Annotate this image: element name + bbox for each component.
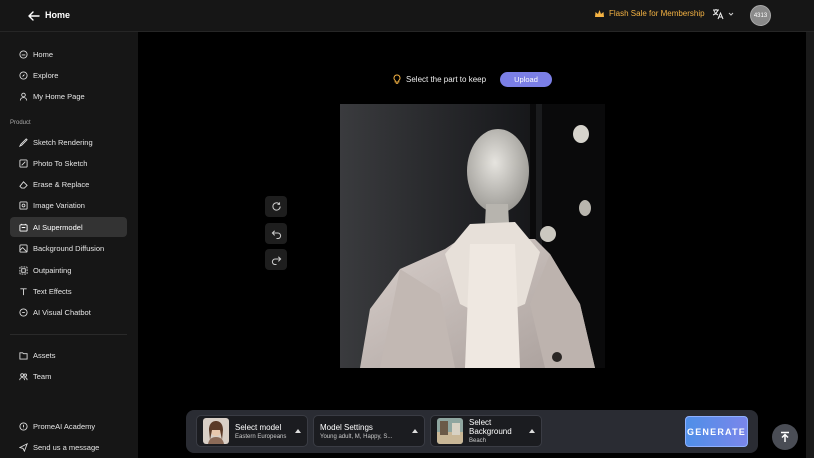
sidebar-item-label: Home: [33, 49, 54, 59]
sidebar-item-label: Send us a message: [33, 442, 100, 452]
academy-icon: [19, 421, 28, 431]
select-part-hint: Select the part to keep: [392, 74, 486, 84]
lightbulb-icon: [393, 74, 401, 84]
select-model-value: Eastern Europeans: [235, 433, 287, 440]
sidebar-item-sketch-rendering[interactable]: Sketch Rendering: [10, 132, 127, 152]
generation-controls-bar: Select model Eastern Europeans Model Set…: [186, 410, 758, 453]
model-settings-value: Young adult, M, Happy, S...: [320, 433, 393, 440]
sidebar-item-label: Outpainting: [33, 265, 72, 275]
sidebar-item-label: Team: [33, 371, 52, 381]
main-scrollbar[interactable]: [806, 32, 814, 458]
sidebar-item-home[interactable]: Home: [10, 44, 127, 64]
sidebar-item-assets[interactable]: Assets: [10, 345, 127, 365]
uploaded-photo[interactable]: [340, 104, 605, 368]
compass-icon: [19, 70, 28, 80]
diffusion-icon: [19, 243, 28, 253]
crown-icon: [595, 10, 604, 17]
sidebar-item-label: AI Supermodel: [33, 222, 83, 232]
sidebar-item-ai-supermodel[interactable]: AI Supermodel: [10, 217, 127, 237]
model-settings-title: Model Settings: [320, 422, 373, 432]
back-to-top-button[interactable]: [772, 424, 798, 450]
redo-button[interactable]: [265, 249, 287, 270]
erase-icon: [19, 180, 28, 189]
page-title: Home: [45, 10, 71, 20]
sidebar-item-label: Erase & Replace: [33, 179, 90, 189]
sidebar-item-ai-visual-chatbot[interactable]: AI Visual Chatbot: [10, 302, 127, 322]
sidebar-item-team[interactable]: Team: [10, 366, 127, 386]
folder-icon: [19, 351, 28, 360]
background-thumbnail: [437, 418, 463, 444]
redo-icon: [271, 256, 281, 265]
section-label-product: Product: [10, 120, 31, 126]
divider: [10, 334, 127, 335]
undo-button[interactable]: [265, 223, 287, 244]
sidebar-item-label: Explore: [33, 70, 59, 80]
back-arrow-icon[interactable]: [26, 8, 42, 24]
sidebar-item-label: AI Visual Chatbot: [33, 307, 91, 317]
avatar[interactable]: 4313: [750, 5, 771, 26]
sidebar-item-text-effects[interactable]: Text Effects: [10, 281, 127, 301]
sidebar-item-image-variation[interactable]: Image Variation: [10, 195, 127, 215]
sidebar-item-label: Background Diffusion: [33, 243, 105, 253]
user-icon: [19, 92, 28, 101]
translate-icon: [712, 9, 724, 20]
home-icon: [19, 49, 28, 59]
language-selector[interactable]: [712, 8, 734, 20]
sidebar-item-outpainting[interactable]: Outpainting: [10, 260, 127, 280]
select-model-title: Select model: [235, 422, 282, 432]
sidebar-item-send-message[interactable]: Send us a message: [10, 437, 127, 457]
photo-sketch-icon: [19, 158, 28, 168]
upload-button[interactable]: Upload: [500, 72, 552, 87]
sidebar-item-label: Image Variation: [33, 200, 85, 210]
model-settings-card[interactable]: Model Settings Young adult, M, Happy, S.…: [313, 415, 425, 447]
top-bar: Home Flash Sale for Membership 4313: [0, 0, 814, 32]
sidebar-item-label: Photo To Sketch: [33, 158, 88, 168]
sidebar-item-label: My Home Page: [33, 91, 85, 101]
chatbot-icon: [19, 307, 28, 317]
sidebar-item-background-diffusion[interactable]: Background Diffusion: [10, 238, 127, 258]
model-thumbnail: [203, 418, 229, 444]
generate-button[interactable]: GENERATE: [685, 416, 748, 447]
flash-sale-link[interactable]: Flash Sale for Membership: [594, 9, 705, 18]
outpaint-icon: [19, 265, 28, 275]
sidebar-item-explore[interactable]: Explore: [10, 65, 127, 85]
text-icon: [20, 287, 27, 295]
flash-sale-label: Flash Sale for Membership: [609, 9, 705, 18]
sketch-icon: [19, 137, 28, 147]
sidebar-item-promeai-academy[interactable]: PromeAI Academy: [10, 416, 127, 436]
supermodel-icon: [19, 223, 28, 232]
sidebar-item-label: Assets: [33, 350, 56, 360]
sidebar-item-my-home-page[interactable]: My Home Page: [10, 86, 127, 106]
select-model-card[interactable]: Select model Eastern Europeans: [196, 415, 308, 447]
caret-up-icon: [529, 429, 535, 433]
sidebar-item-label: Text Effects: [33, 286, 72, 296]
team-icon: [19, 372, 28, 380]
sidebar-item-label: PromeAI Academy: [33, 421, 96, 431]
chevron-down-icon: [728, 12, 734, 16]
undo-icon: [271, 230, 281, 239]
send-icon: [19, 442, 28, 452]
sidebar-item-label: Sketch Rendering: [33, 137, 93, 147]
sidebar: Home Explore My Home Page Product Sketch…: [0, 32, 138, 458]
variation-icon: [19, 200, 28, 210]
arrow-up-to-top-icon: [781, 431, 789, 442]
refresh-icon: [271, 202, 281, 211]
select-background-title: Select Background: [469, 418, 512, 436]
caret-up-icon: [295, 429, 301, 433]
caret-up-icon: [412, 429, 418, 433]
sidebar-item-erase-replace[interactable]: Erase & Replace: [10, 174, 127, 194]
reset-button[interactable]: [265, 196, 287, 217]
select-background-value: Beach: [469, 438, 487, 444]
select-background-card[interactable]: Select Background Beach: [430, 415, 542, 447]
sidebar-item-photo-to-sketch[interactable]: Photo To Sketch: [10, 153, 127, 173]
hint-text: Select the part to keep: [406, 74, 487, 84]
